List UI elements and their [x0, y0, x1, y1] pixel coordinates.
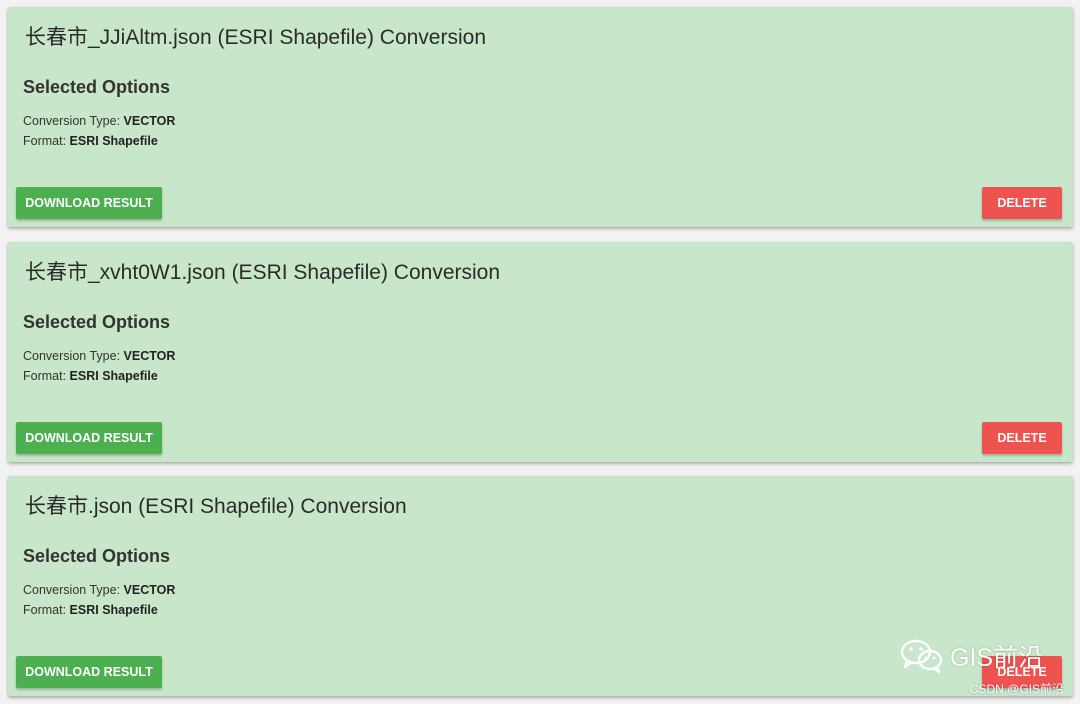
- conversion-card: 长春市_xvht0W1.json (ESRI Shapefile) Conver…: [8, 242, 1073, 462]
- format-label: Format:: [23, 369, 70, 383]
- card-title: 长春市_xvht0W1.json (ESRI Shapefile) Conver…: [25, 261, 501, 284]
- conversion-type-value: VECTOR: [123, 349, 176, 363]
- selected-options-heading: Selected Options: [23, 312, 171, 332]
- conversion-card: 长春市_JJiAltm.json (ESRI Shapefile) Conver…: [8, 7, 1073, 227]
- conversion-type-label: Conversion Type:: [23, 114, 124, 128]
- conversion-type-value: VECTOR: [123, 114, 176, 128]
- download-result-button[interactable]: DOWNLOAD RESULT: [16, 656, 162, 688]
- card-title: 长春市.json (ESRI Shapefile) Conversion: [25, 495, 407, 518]
- wechat-icon: [900, 639, 943, 674]
- format-value: ESRI Shapefile: [69, 603, 158, 617]
- download-result-button[interactable]: DOWNLOAD RESULT: [16, 187, 162, 219]
- format-line: Format: ESRI Shapefile: [23, 134, 158, 148]
- delete-button[interactable]: DELETE: [982, 422, 1062, 454]
- conversion-type-line: Conversion Type: VECTOR: [23, 583, 175, 597]
- card-title: 长春市_JJiAltm.json (ESRI Shapefile) Conver…: [25, 26, 486, 49]
- selected-options-heading: Selected Options: [23, 77, 171, 97]
- format-value: ESRI Shapefile: [69, 369, 158, 383]
- conversion-type-label: Conversion Type:: [23, 583, 124, 597]
- delete-button[interactable]: DELETE: [982, 187, 1062, 219]
- format-label: Format:: [23, 603, 70, 617]
- format-label: Format:: [23, 134, 70, 148]
- conversion-type-line: Conversion Type: VECTOR: [23, 114, 175, 128]
- format-value: ESRI Shapefile: [69, 134, 158, 148]
- csdn-credit: CSDN @GIS前沿: [969, 682, 1064, 696]
- watermark-text: GIS前沿: [950, 644, 1044, 672]
- format-line: Format: ESRI Shapefile: [23, 603, 158, 617]
- selected-options-heading: Selected Options: [23, 546, 171, 566]
- format-line: Format: ESRI Shapefile: [23, 369, 158, 383]
- watermark: GIS前沿: [900, 636, 1043, 676]
- conversion-type-value: VECTOR: [123, 583, 176, 597]
- conversion-type-line: Conversion Type: VECTOR: [23, 349, 175, 363]
- conversion-type-label: Conversion Type:: [23, 349, 124, 363]
- download-result-button[interactable]: DOWNLOAD RESULT: [16, 422, 162, 454]
